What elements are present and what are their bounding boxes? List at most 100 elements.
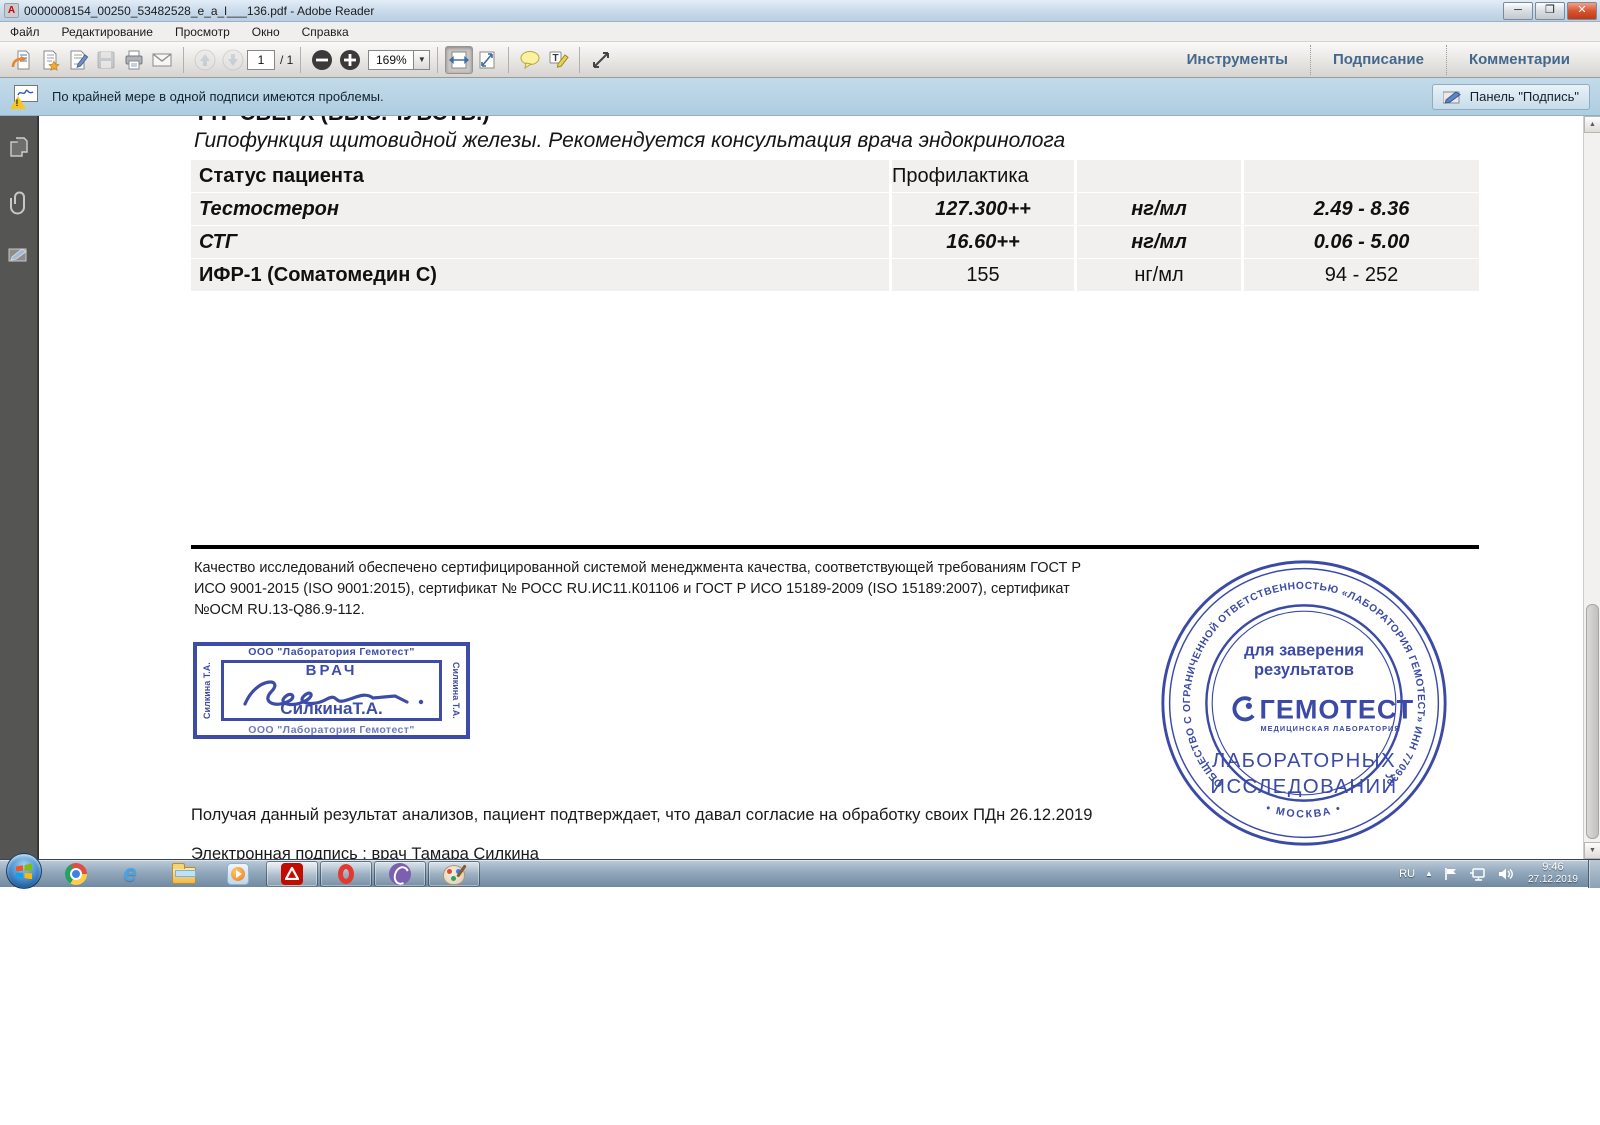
clock[interactable]: 9:46 27.12.2019 xyxy=(1524,861,1582,885)
row-range: 94 - 252 xyxy=(1244,259,1479,291)
svg-text:T: T xyxy=(553,53,559,64)
zoom-in-button[interactable] xyxy=(336,46,364,74)
stamp-center-line2: ИССЛЕДОВАНИЙ xyxy=(1210,774,1397,798)
svg-text:• МОСКВА •: • МОСКВА • xyxy=(1264,802,1343,820)
open-file-button[interactable] xyxy=(8,46,36,74)
row-range: 0.06 - 5.00 xyxy=(1244,226,1479,258)
close-button[interactable]: ✕ xyxy=(1567,2,1597,20)
page-number-input[interactable]: 1 xyxy=(247,50,275,70)
scrollbar-thumb[interactable] xyxy=(1586,604,1599,839)
fit-page-button[interactable] xyxy=(473,46,501,74)
highlight-text-button[interactable]: T xyxy=(544,46,572,74)
zoom-out-icon xyxy=(310,48,334,72)
row-unit: нг/мл xyxy=(1077,259,1241,291)
action-center-flag-icon[interactable] xyxy=(1443,867,1459,881)
previous-page-icon xyxy=(193,48,217,72)
stamp-brand-sub: МЕДИЦИНСКАЯ ЛАБОРАТОРИЯ xyxy=(1261,724,1401,733)
signature-panel-button[interactable]: Панель "Подпись" xyxy=(1432,84,1590,110)
chrome-icon xyxy=(65,863,87,885)
language-indicator[interactable]: RU xyxy=(1399,868,1415,880)
print-icon xyxy=(123,49,145,71)
comment-button[interactable] xyxy=(516,46,544,74)
internet-explorer-icon: e xyxy=(123,862,136,886)
gemotest-logo-icon xyxy=(1230,694,1260,724)
page-thumbnails-icon xyxy=(9,136,29,158)
row-unit xyxy=(1077,160,1241,192)
tab-sign[interactable]: Подписание xyxy=(1311,51,1446,68)
volume-icon[interactable] xyxy=(1497,867,1514,881)
system-tray: RU ▲ 9:46 27.12.2019 xyxy=(1399,860,1588,888)
start-button[interactable] xyxy=(6,853,42,889)
fullscreen-button[interactable] xyxy=(587,46,615,74)
adobe-reader-app-icon: A xyxy=(4,3,19,18)
media-player-icon xyxy=(227,863,249,885)
title-bar: A 0000008154_00250_53482528_e_a_l___136.… xyxy=(0,0,1600,22)
menu-view[interactable]: Просмотр xyxy=(175,25,230,39)
taskbar-media-player-button[interactable] xyxy=(212,861,264,887)
clipped-heading: ТТГ СВЕРХ (ВЫС.ЧУВСТВ.) xyxy=(194,116,894,125)
taskbar-paint-button[interactable] xyxy=(428,861,480,887)
signatures-panel-button[interactable] xyxy=(0,238,38,272)
next-page-icon xyxy=(221,48,245,72)
sign-document-button[interactable] xyxy=(64,46,92,74)
row-value: Профилактика xyxy=(892,160,1074,192)
taskbar-chrome-button[interactable] xyxy=(50,861,102,887)
row-range: 2.49 - 8.36 xyxy=(1244,193,1479,225)
menu-file[interactable]: Файл xyxy=(10,25,40,39)
pen-icon xyxy=(1443,90,1463,104)
stamp-center-line1: ЛАБОРАТОРНЫХ xyxy=(1212,750,1396,772)
row-label: Тестостерон xyxy=(191,193,889,225)
menu-edit[interactable]: Редактирование xyxy=(62,25,153,39)
taskbar-explorer-button[interactable] xyxy=(158,861,210,887)
taskbar-opera-button[interactable] xyxy=(320,861,372,887)
taskbar-adobe-reader-button[interactable] xyxy=(266,861,318,887)
show-desktop-button[interactable] xyxy=(1588,860,1600,888)
comment-icon xyxy=(518,48,542,72)
previous-page-button[interactable] xyxy=(191,46,219,74)
document-page: ТТГ СВЕРХ (ВЫС.ЧУВСТВ.) Гипофункция щито… xyxy=(38,116,1583,859)
scroll-down-button[interactable]: ▼ xyxy=(1584,842,1600,859)
attachments-button[interactable] xyxy=(0,186,38,220)
scroll-up-button[interactable]: ▲ xyxy=(1584,116,1600,133)
row-unit: нг/мл xyxy=(1077,193,1241,225)
next-page-button[interactable] xyxy=(219,46,247,74)
certification-text: Качество исследований обеспечено сертифи… xyxy=(194,558,1109,621)
conclusion-text: Гипофункция щитовидной железы. Рекоменду… xyxy=(194,129,1065,153)
toolbar-separator xyxy=(508,47,509,73)
fit-width-button[interactable] xyxy=(445,46,473,74)
doctor-stamp: ООО "Лаборатория Гемотест" Силкина Т.А. … xyxy=(193,642,470,739)
fullscreen-icon xyxy=(590,49,612,71)
toolbar-separator xyxy=(183,47,184,73)
taskbar-bittorrent-button[interactable] xyxy=(374,861,426,887)
toolbar-separator xyxy=(437,47,438,73)
taskbar-internet-explorer-button[interactable]: e xyxy=(104,861,156,887)
windows-flag-icon xyxy=(15,863,33,879)
highlight-text-icon: T xyxy=(546,48,570,72)
print-button[interactable] xyxy=(120,46,148,74)
menu-window[interactable]: Окно xyxy=(252,25,280,39)
minimize-button[interactable]: ─ xyxy=(1503,2,1533,20)
show-hidden-icons-button[interactable]: ▲ xyxy=(1425,869,1433,878)
email-button[interactable] xyxy=(148,46,176,74)
create-pdf-icon xyxy=(39,49,61,71)
zoom-out-button[interactable] xyxy=(308,46,336,74)
restore-button[interactable]: ❐ xyxy=(1535,2,1565,20)
menu-help[interactable]: Справка xyxy=(302,25,349,39)
network-icon[interactable] xyxy=(1469,867,1487,881)
signature-notification-bar: По крайней мере в одной подписи имеются … xyxy=(0,78,1600,116)
round-lab-stamp: ОБЩЕСТВО С ОГРАНИЧЕННОЙ ОТВЕТСТВЕННОСТЬЮ… xyxy=(1159,558,1449,848)
row-value: 155 xyxy=(892,259,1074,291)
sign-document-icon xyxy=(67,49,89,71)
folder-icon xyxy=(172,867,196,884)
taskbar: e RU ▲ 9:46 27.12.2019 xyxy=(0,859,1600,887)
zoom-level-input[interactable]: 169% xyxy=(368,50,414,70)
page-thumbnails-button[interactable] xyxy=(0,130,38,164)
tab-comment[interactable]: Комментарии xyxy=(1447,51,1592,68)
save-button[interactable] xyxy=(92,46,120,74)
vertical-scrollbar[interactable]: ▲ ▼ xyxy=(1583,116,1600,859)
paperclip-icon xyxy=(9,190,29,216)
zoom-dropdown-button[interactable]: ▼ xyxy=(414,50,430,70)
stamp-org-top: ООО "Лаборатория Гемотест" xyxy=(197,646,466,658)
tab-tools[interactable]: Инструменты xyxy=(1165,51,1310,68)
create-pdf-button[interactable] xyxy=(36,46,64,74)
